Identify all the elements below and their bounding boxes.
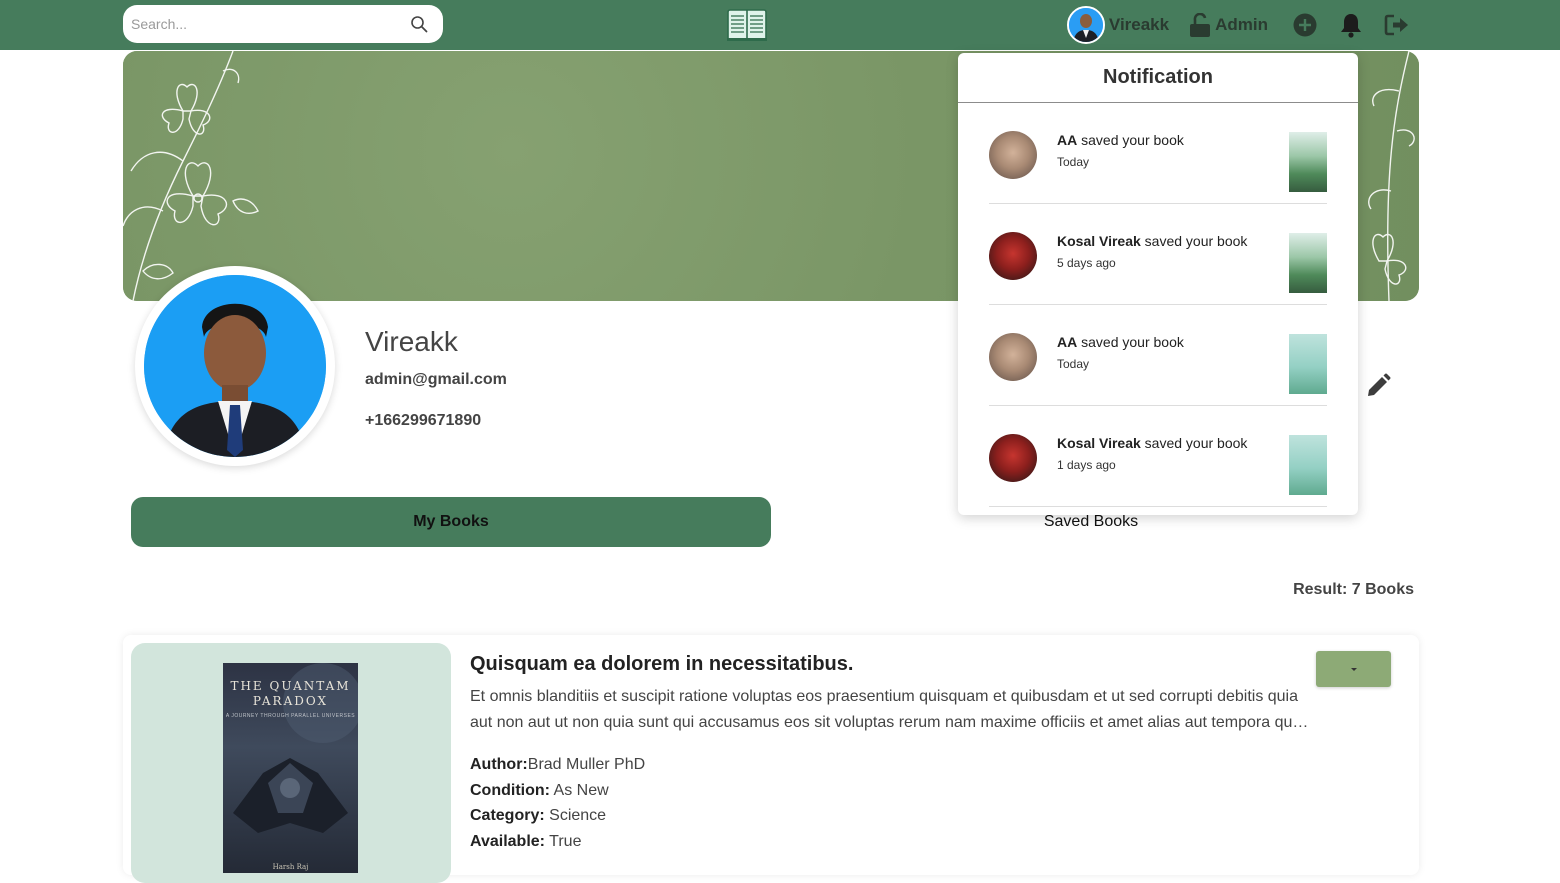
pencil-icon[interactable]: [1364, 372, 1392, 400]
book-options-dropdown-button[interactable]: [1316, 651, 1391, 687]
notification-list: AA saved your book Today Kosal Vireak sa…: [989, 103, 1327, 507]
result-count: Result: 7 Books: [1293, 581, 1414, 598]
book-thumbnail: [1289, 334, 1327, 394]
tab-my-books[interactable]: My Books: [131, 497, 771, 547]
notification-item[interactable]: Kosal Vireak saved your book 1 days ago: [989, 406, 1327, 507]
notification-item[interactable]: Kosal Vireak saved your book 5 days ago: [989, 204, 1327, 305]
book-available: Available: True: [470, 833, 582, 851]
notification-item[interactable]: AA saved your book Today: [989, 305, 1327, 406]
notification-text: AA saved your book: [1057, 334, 1184, 350]
cover-author: Harsh Raj: [272, 863, 309, 871]
book-image-container[interactable]: THE QUANTAM PARADOX A JOURNEY THROUGH PA…: [131, 643, 451, 883]
nav-user[interactable]: Vireakk: [1066, 6, 1170, 44]
top-navbar: Vireakk Admin: [0, 0, 1560, 50]
nav-username: Vireakk: [1108, 15, 1170, 34]
book-category: Category: Science: [470, 807, 607, 825]
flower-decoration-icon: [123, 51, 273, 301]
book-card: THE QUANTAM PARADOX A JOURNEY THROUGH PA…: [123, 635, 1419, 883]
notification-title: Notification: [958, 53, 1358, 103]
notification-time: Today: [1057, 155, 1090, 169]
bell-icon[interactable]: [1338, 12, 1364, 38]
avatar: [989, 333, 1037, 381]
navbar-actions: Vireakk Admin: [1066, 5, 1410, 45]
admin-link[interactable]: Admin: [1189, 13, 1268, 37]
book-logo-icon[interactable]: [726, 7, 768, 43]
notification-text: Kosal Vireak saved your book: [1057, 435, 1248, 451]
avatar: [989, 434, 1037, 482]
avatar: [989, 131, 1037, 179]
book-thumbnail: [1289, 132, 1327, 192]
search-box: [123, 5, 443, 43]
book-thumbnail: [1289, 435, 1327, 495]
book-title[interactable]: Quisquam ea dolorem in necessitatibus.: [470, 653, 853, 676]
book-description: Et omnis blanditiis et suscipit ratione …: [470, 688, 1302, 731]
notification-dropdown: Notification AA saved your book Today Ko…: [958, 53, 1358, 515]
caret-down-icon: [1350, 667, 1357, 671]
notification-text: AA saved your book: [1057, 132, 1184, 148]
add-circle-icon[interactable]: [1292, 12, 1318, 38]
book-meta: Author:Brad Muller PhD Condition: As New…: [470, 752, 645, 855]
notification-item[interactable]: AA saved your book Today: [989, 103, 1327, 204]
profile-avatar[interactable]: [135, 266, 335, 466]
notification-text: Kosal Vireak saved your book: [1057, 233, 1248, 249]
book-thumbnail: [1289, 233, 1327, 293]
book-cover: THE QUANTAM PARADOX A JOURNEY THROUGH PA…: [223, 663, 358, 873]
admin-label: Admin: [1215, 15, 1268, 34]
logout-icon[interactable]: [1384, 12, 1410, 38]
cover-subtitle: A JOURNEY THROUGH PARALLEL UNIVERSES: [225, 713, 356, 719]
search-input[interactable]: [131, 16, 409, 32]
notification-time: Today: [1057, 357, 1090, 371]
profile-phone: +166299671890: [365, 412, 482, 429]
book-author: Author:Brad Muller PhD: [470, 756, 646, 773]
profile-name: Vireakk: [365, 326, 458, 357]
avatar: [1066, 6, 1105, 44]
cover-title: THE QUANTAM PARADOX: [230, 679, 351, 708]
search-icon[interactable]: [409, 14, 429, 34]
lock-icon: [1189, 13, 1211, 37]
notification-time: 1 days ago: [1057, 458, 1116, 472]
profile-email: admin@gmail.com: [365, 371, 507, 388]
profile-photo: [144, 275, 326, 457]
avatar: [989, 232, 1037, 280]
notification-time: 5 days ago: [1057, 256, 1116, 270]
book-condition: Condition: As New: [470, 781, 609, 799]
